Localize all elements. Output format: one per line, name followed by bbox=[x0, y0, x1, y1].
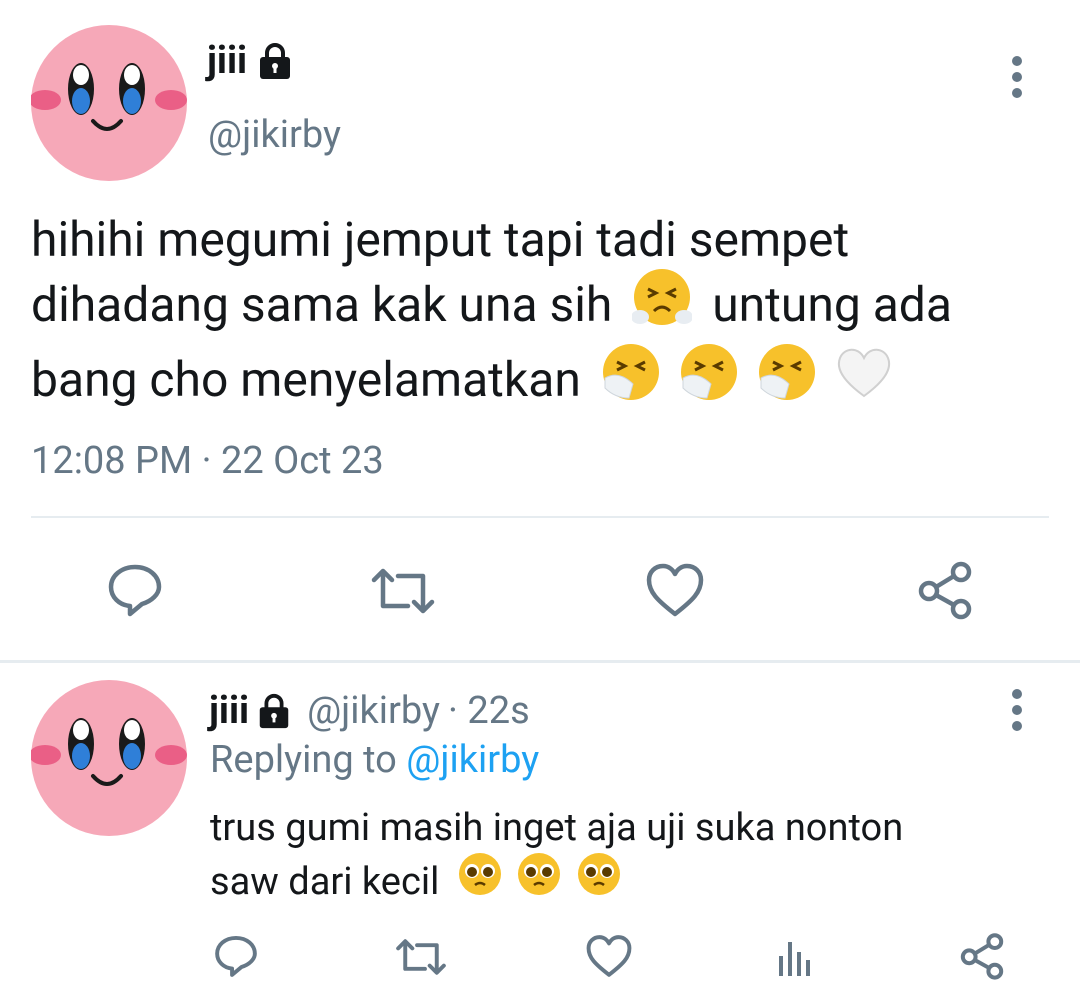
lock-icon bbox=[255, 41, 295, 81]
tweet-text-line-2: saw dari kecil bbox=[210, 851, 1070, 914]
pleading-face-emoji bbox=[516, 851, 562, 911]
kirby-face-icon bbox=[31, 718, 187, 786]
handle[interactable]: @jikirby bbox=[208, 112, 341, 158]
avatar[interactable] bbox=[31, 680, 187, 836]
replying-label: Replying to bbox=[210, 738, 397, 782]
more-options-icon[interactable] bbox=[1000, 688, 1034, 732]
handle[interactable]: @jikirby bbox=[307, 688, 440, 734]
display-name[interactable]: jiii bbox=[209, 688, 249, 734]
reply-header: jiii @jikirby · 22s bbox=[209, 688, 530, 734]
share-icon[interactable] bbox=[915, 560, 975, 620]
tweet-text-line: trus gumi masih inget aja uji suka nonto… bbox=[210, 806, 904, 850]
pleading-face-emoji bbox=[576, 851, 622, 911]
avatar[interactable] bbox=[31, 25, 187, 181]
display-name[interactable]: jiii bbox=[207, 38, 247, 84]
section-separator bbox=[0, 660, 1080, 663]
tweet-text: hihihi megumi jemput tapi tadi sempet di… bbox=[31, 208, 1071, 421]
replying-handle-link[interactable]: @jikirby bbox=[406, 738, 539, 782]
lock-icon bbox=[255, 692, 293, 730]
retweet-icon[interactable] bbox=[370, 566, 436, 616]
analytics-icon[interactable] bbox=[776, 938, 816, 978]
replying-to: Replying to @jikirby bbox=[210, 737, 539, 783]
sneezing-face-emoji bbox=[679, 342, 739, 417]
like-icon[interactable] bbox=[585, 934, 633, 978]
tweet-text-line-3: bang cho menyelamatkan bbox=[31, 344, 1071, 421]
share-icon[interactable] bbox=[958, 932, 1006, 980]
white-heart-emoji bbox=[834, 342, 894, 417]
tweet-text: trus gumi masih inget aja uji suka nonto… bbox=[210, 802, 1070, 914]
reply-icon[interactable] bbox=[213, 934, 259, 978]
kirby-face-icon bbox=[31, 63, 187, 131]
divider bbox=[31, 516, 1049, 518]
pleading-face-emoji bbox=[457, 851, 503, 911]
tweet-text-line-2: dihadang sama kak una sih untung ada bbox=[31, 269, 1071, 346]
timestamp[interactable]: 12:08 PM · 22 Oct 23 bbox=[31, 438, 384, 484]
like-icon[interactable] bbox=[645, 562, 705, 618]
tweet-age: · 22s bbox=[448, 689, 530, 733]
tweet-text-line: hihihi megumi jemput tapi tadi sempet bbox=[31, 211, 850, 268]
sneezing-face-emoji bbox=[601, 342, 661, 417]
more-options-icon[interactable] bbox=[1000, 55, 1034, 99]
face-with-steam-emoji bbox=[632, 267, 693, 342]
retweet-icon[interactable] bbox=[395, 937, 447, 977]
sneezing-face-emoji bbox=[757, 342, 817, 417]
reply-icon[interactable] bbox=[106, 562, 164, 618]
